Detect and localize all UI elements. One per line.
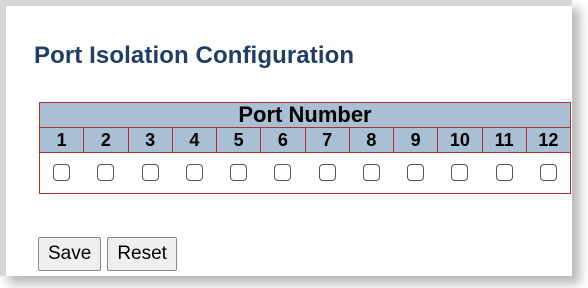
port-number-label: 8: [348, 127, 395, 153]
port-number-row: 1 2 3 4 5 6 7 8 9 10 11 12: [38, 127, 572, 153]
port-checkbox-cell: [393, 152, 438, 194]
dialog-frame: Port Isolation Configuration Port Number…: [0, 0, 572, 276]
port-checkbox-cell: [437, 152, 482, 194]
port-checkbox-cell: [83, 152, 128, 194]
port-checkbox-cell: [172, 152, 217, 194]
port-10-isolation-checkbox[interactable]: [451, 164, 469, 182]
port-6-isolation-checkbox[interactable]: [274, 164, 292, 182]
port-number-header: Port Number: [39, 102, 571, 128]
port-2-isolation-checkbox[interactable]: [97, 164, 115, 182]
port-number-label: 1: [38, 127, 85, 153]
port-number-label: 11: [481, 127, 527, 153]
port-number-label: 5: [215, 127, 262, 153]
reset-button[interactable]: Reset: [107, 237, 177, 271]
port-checkbox-cell: [305, 152, 350, 194]
page-title: Port Isolation Configuration: [34, 42, 355, 69]
port-number-label: 7: [304, 127, 350, 153]
port-number-label: 6: [260, 127, 306, 153]
port-checkbox-cell: [526, 152, 571, 194]
port-number-label: 3: [127, 127, 173, 153]
port-checkbox-row: [39, 152, 571, 194]
port-number-label: 4: [171, 127, 218, 153]
port-1-isolation-checkbox[interactable]: [53, 164, 71, 182]
port-9-isolation-checkbox[interactable]: [407, 164, 425, 182]
port-checkbox-cell: [260, 152, 305, 194]
port-8-isolation-checkbox[interactable]: [362, 164, 380, 182]
button-bar: Save Reset: [38, 237, 177, 271]
table-header-row: Port Number: [39, 102, 571, 128]
port-isolation-table: Port Number 1 2 3 4 5 6 7 8 9 10 11 12: [38, 102, 572, 194]
port-checkbox-cell: [482, 152, 527, 194]
port-checkbox-cell: [216, 152, 261, 194]
port-checkbox-cell: [128, 152, 173, 194]
port-number-label: 10: [437, 127, 483, 153]
port-4-isolation-checkbox[interactable]: [185, 164, 203, 182]
port-12-isolation-checkbox[interactable]: [539, 164, 557, 182]
port-7-isolation-checkbox[interactable]: [318, 164, 336, 182]
save-button[interactable]: Save: [38, 237, 102, 271]
port-checkbox-cell: [349, 152, 394, 194]
port-3-isolation-checkbox[interactable]: [141, 164, 159, 182]
port-number-label: 12: [525, 127, 572, 153]
port-number-label: 2: [83, 127, 129, 153]
port-number-label: 9: [392, 127, 439, 153]
port-5-isolation-checkbox[interactable]: [230, 164, 248, 182]
port-checkbox-cell: [39, 152, 84, 194]
port-11-isolation-checkbox[interactable]: [495, 164, 513, 182]
